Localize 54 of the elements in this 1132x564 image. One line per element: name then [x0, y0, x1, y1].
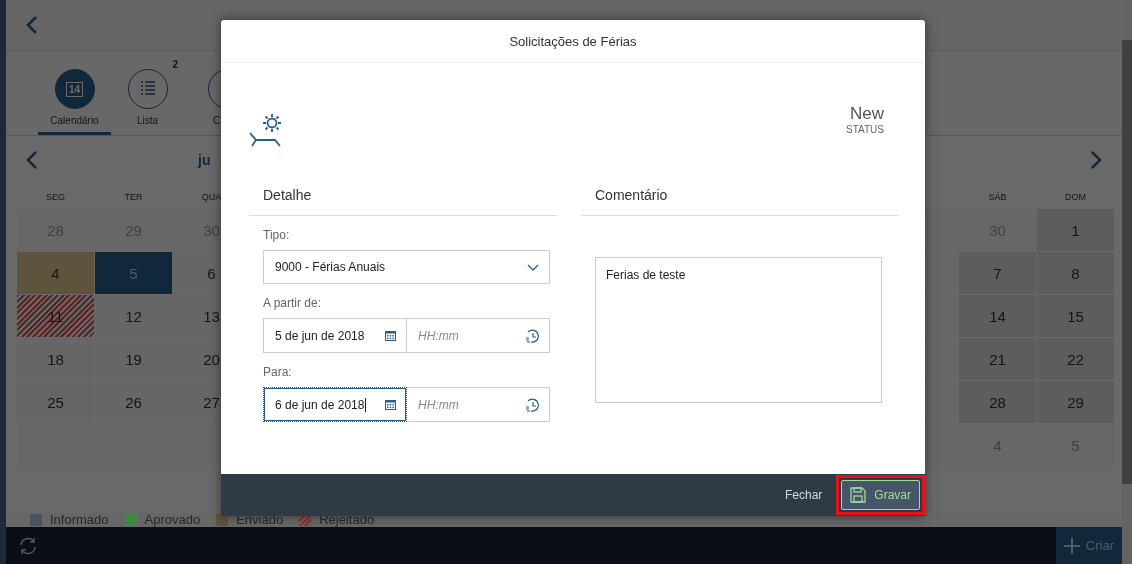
clock-icon: [525, 328, 539, 343]
close-button[interactable]: Fechar: [778, 482, 829, 508]
save-icon: [850, 487, 867, 503]
status-value: New: [850, 103, 884, 124]
weekday-label: SÁB: [987, 191, 1008, 204]
scrollbar[interactable]: [1122, 0, 1132, 564]
field-label: Tipo:: [263, 228, 291, 242]
month-title: ju: [198, 152, 211, 168]
section-heading: Detalhe: [249, 175, 557, 216]
field-label: A partir de:: [263, 296, 323, 310]
refresh-icon[interactable]: [18, 535, 38, 556]
calendar-day[interactable]: 29: [1037, 381, 1114, 423]
calendar-day[interactable]: 1: [1037, 209, 1114, 251]
view-tab[interactable]: 14 Calendário: [38, 57, 111, 135]
weekday-label: TER: [123, 191, 144, 204]
calendar-icon: 14: [65, 81, 84, 97]
calendar-icon: [385, 399, 396, 410]
calendar-day[interactable]: 8: [1037, 252, 1114, 294]
view-tab[interactable]: Lista 2: [111, 57, 184, 135]
calendar-day[interactable]: 5: [95, 252, 172, 294]
plus-icon: [1063, 537, 1080, 554]
weekday-label: DOM: [1064, 191, 1087, 204]
field-label: Para:: [263, 365, 293, 379]
calendar-day[interactable]: 4: [17, 252, 94, 294]
type-dropdown[interactable]: 9000 - Férias Anuais: [263, 250, 550, 284]
next-icon[interactable]: [1090, 150, 1102, 170]
list-icon: [139, 80, 156, 98]
calendar-day[interactable]: 7: [959, 252, 1036, 294]
dialog-title: Solicitações de Férias: [509, 33, 637, 49]
section-heading: Comentário: [581, 175, 898, 216]
comment-field[interactable]: Ferias de teste: [595, 257, 882, 403]
calendar-day[interactable]: 15: [1037, 295, 1114, 337]
calendar-icon: [385, 330, 396, 341]
save-button[interactable]: Gravar: [841, 480, 920, 510]
date-field[interactable]: 5 de jun de 2018: [263, 318, 407, 353]
time-field[interactable]: HH:mm: [407, 387, 550, 422]
create-button[interactable]: Criar: [1055, 527, 1122, 564]
back-icon[interactable]: [26, 15, 38, 35]
calendar-day[interactable]: 14: [959, 295, 1036, 337]
calendar-day[interactable]: 21: [959, 338, 1036, 380]
calendar-day[interactable]: 28: [959, 381, 1036, 423]
status-label: STATUS: [846, 123, 884, 135]
time-field[interactable]: HH:mm: [407, 318, 550, 353]
previous-icon[interactable]: [26, 150, 38, 170]
calendar-day[interactable]: 22: [1037, 338, 1114, 380]
weekday-label: SEG: [45, 191, 66, 204]
date-field[interactable]: 6 de jun de 2018: [263, 387, 407, 422]
legend-label: Aprovado: [144, 513, 201, 527]
weekday-label: QUA: [200, 191, 223, 204]
clock-icon: [525, 397, 539, 412]
count-label: 2: [172, 59, 178, 70]
chevron-down-icon: [527, 263, 539, 271]
sun-lounger-icon: [249, 113, 283, 147]
legend-label: Informado: [50, 513, 109, 527]
